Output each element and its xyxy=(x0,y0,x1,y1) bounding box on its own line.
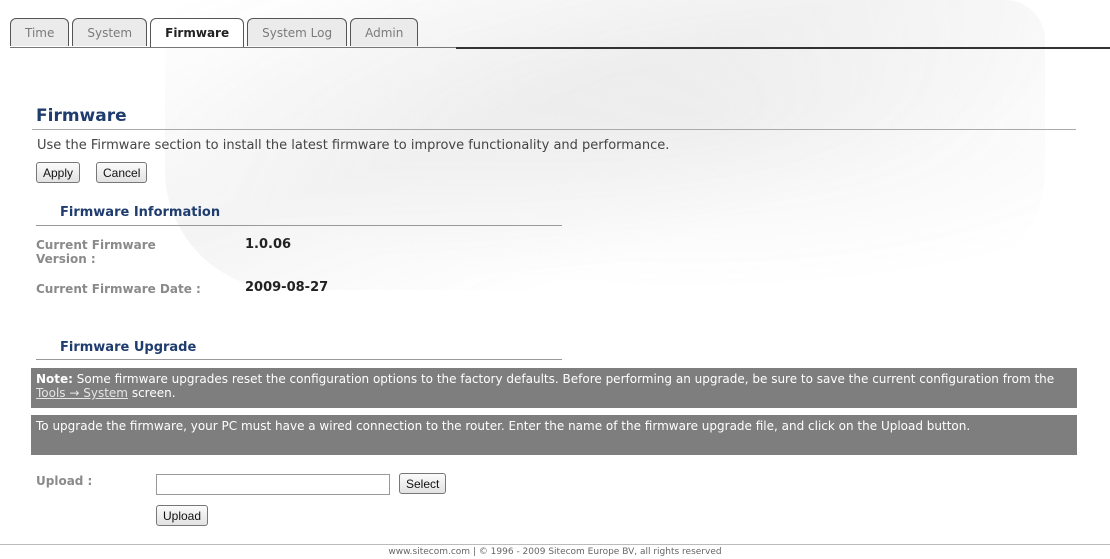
tab-admin[interactable]: Admin xyxy=(350,18,419,46)
footer-divider xyxy=(0,544,1110,545)
current-firmware-version-label: Current Firmware Version : xyxy=(36,238,156,266)
current-firmware-date-label: Current Firmware Date : xyxy=(36,282,201,296)
instructions-banner: To upgrade the firmware, your PC must ha… xyxy=(31,415,1077,455)
label-line: Version : xyxy=(36,252,96,266)
tab-bar: Time System Firmware System Log Admin xyxy=(10,18,419,48)
page-title: Firmware xyxy=(36,106,127,126)
tab-firmware[interactable]: Firmware xyxy=(150,18,245,48)
upload-file-field[interactable] xyxy=(156,474,390,495)
note-text: Some firmware upgrades reset the configu… xyxy=(72,372,1055,386)
tab-system[interactable]: System xyxy=(72,18,148,46)
current-firmware-date-value: 2009-08-27 xyxy=(245,280,329,295)
section-divider xyxy=(36,359,562,360)
tab-divider-left xyxy=(10,47,456,48)
select-button[interactable]: Select xyxy=(399,473,447,494)
tools-system-link[interactable]: Tools → System xyxy=(36,386,128,400)
label-line: Current Firmware xyxy=(36,238,156,252)
tab-divider xyxy=(456,47,1110,49)
firmware-upgrade-heading: Firmware Upgrade xyxy=(60,340,197,355)
title-divider xyxy=(32,129,1076,130)
page-intro: Use the Firmware section to install the … xyxy=(37,138,670,153)
upload-label: Upload : xyxy=(36,474,93,488)
note-suffix: screen. xyxy=(128,386,176,400)
footer-copyright: www.sitecom.com | © 1996 - 2009 Sitecom … xyxy=(388,547,722,557)
note-prefix: Note: xyxy=(36,372,73,386)
firmware-information-heading: Firmware Information xyxy=(60,205,221,220)
upload-button[interactable]: Upload xyxy=(156,505,209,526)
tab-system-log[interactable]: System Log xyxy=(247,18,348,46)
tab-time[interactable]: Time xyxy=(10,18,70,46)
current-firmware-version-value: 1.0.06 xyxy=(245,237,292,252)
apply-button[interactable]: Apply xyxy=(36,162,81,183)
note-banner: Note: Some firmware upgrades reset the c… xyxy=(31,368,1077,408)
section-divider xyxy=(36,225,562,226)
cancel-button[interactable]: Cancel xyxy=(96,162,148,183)
